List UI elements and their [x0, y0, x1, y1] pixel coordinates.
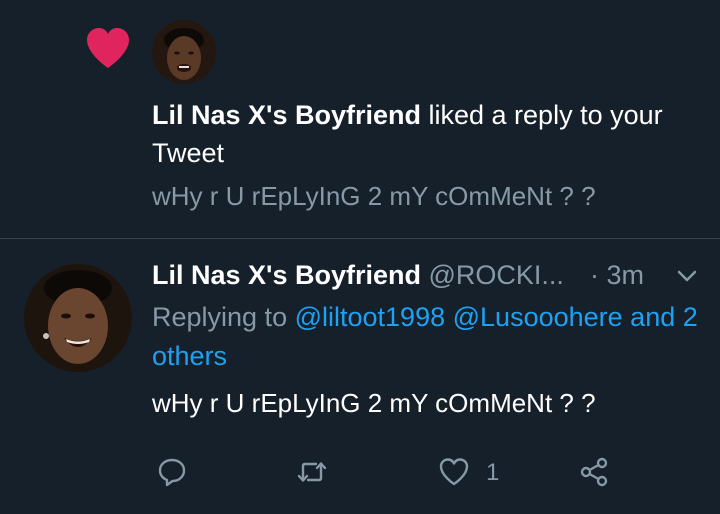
like-count: 1: [486, 459, 500, 486]
avatar[interactable]: [152, 20, 216, 84]
divider: [0, 238, 720, 239]
notification-user-name[interactable]: Lil Nas X's Boyfriend: [152, 100, 421, 130]
mention-link[interactable]: @Lusooohere: [453, 302, 623, 332]
retweet-icon[interactable]: [296, 456, 328, 488]
avatar-image: [152, 20, 216, 84]
tweet-user-name[interactable]: Lil Nas X's Boyfriend: [152, 260, 421, 290]
avatar-image: [24, 264, 132, 372]
heart-icon: [87, 28, 129, 68]
reply-icon[interactable]: [156, 456, 188, 488]
mention-link[interactable]: @liltoot1998: [295, 302, 446, 332]
like-icon[interactable]: [438, 456, 470, 488]
tweet-header: Lil Nas X's Boyfriend @ROCKI...: [152, 256, 564, 294]
replying-prefix: Replying to: [152, 302, 295, 332]
chevron-down-icon[interactable]: [676, 268, 698, 284]
tweet-avatar[interactable]: [24, 264, 132, 372]
notification-text: Lil Nas X's Boyfriend liked a reply to y…: [152, 96, 700, 172]
like-notification[interactable]: Lil Nas X's Boyfriend liked a reply to y…: [0, 0, 720, 238]
tweet-actions: 1: [0, 446, 720, 496]
tweet-handle[interactable]: @ROCKI...: [429, 260, 564, 290]
tweet-time: · 3m: [590, 260, 644, 290]
replying-to: Replying to @liltoot1998 @Lusooohere and…: [152, 298, 700, 376]
tweet-text: wHy r U rEpLyInG 2 mY cOmMeNt ? ?: [152, 388, 596, 418]
share-icon[interactable]: [578, 456, 610, 488]
notification-preview: wHy r U rEpLyInG 2 mY cOmMeNt ? ?: [152, 181, 596, 211]
